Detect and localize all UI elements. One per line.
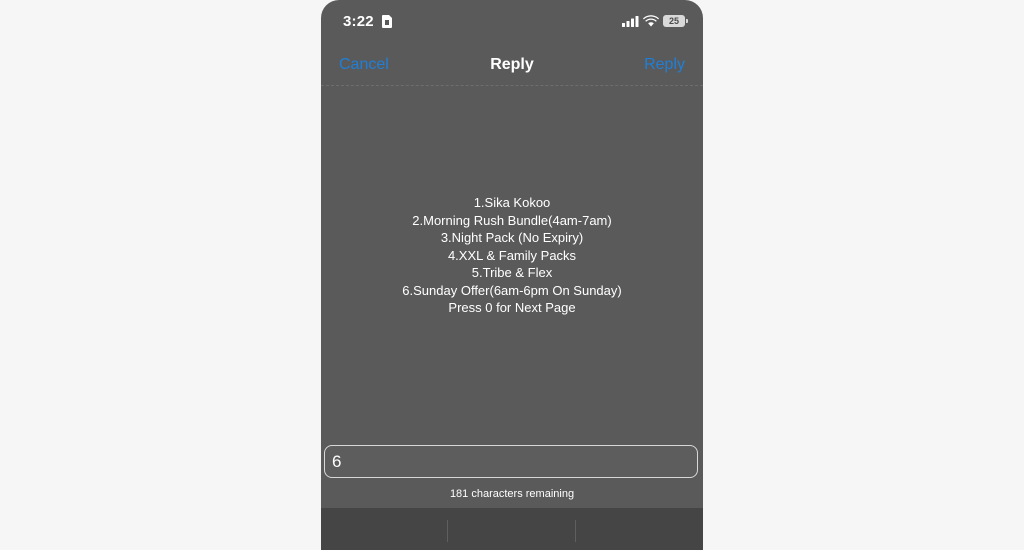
message-line: Press 0 for Next Page bbox=[448, 300, 576, 315]
wifi-icon bbox=[643, 15, 659, 27]
status-bar: 3:22 25 bbox=[321, 0, 703, 44]
reply-button[interactable]: Reply bbox=[644, 56, 685, 74]
suggestion-divider bbox=[447, 520, 448, 542]
message-line: 3.Night Pack (No Expiry) bbox=[440, 230, 584, 245]
phone-screen: 3:22 25 Cancel Reply Reply 1.Sika Kokoo … bbox=[321, 0, 703, 550]
sim-card-icon bbox=[382, 15, 392, 28]
ussd-message: 1.Sika Kokoo 2.Morning Rush Bundle(4am-7… bbox=[321, 194, 703, 317]
cellular-signal-icon bbox=[622, 16, 639, 27]
battery-icon: 25 bbox=[663, 15, 688, 27]
status-time: 3:22 bbox=[343, 13, 374, 30]
suggestion-divider bbox=[575, 520, 576, 542]
message-line: 1.Sika Kokoo bbox=[473, 195, 551, 210]
message-line: 4.XXL & Family Packs bbox=[447, 247, 577, 263]
message-line: 5.Tribe & Flex bbox=[471, 265, 553, 280]
reply-input[interactable] bbox=[324, 445, 698, 478]
navigation-bar: Cancel Reply Reply bbox=[321, 44, 703, 86]
characters-remaining: 181 characters remaining bbox=[449, 488, 575, 500]
message-line: 2.Morning Rush Bundle(4am-7am) bbox=[412, 212, 612, 228]
message-line: 6.Sunday Offer(6am-6pm On Sunday) bbox=[402, 282, 622, 298]
keyboard-suggestion-bar bbox=[321, 508, 703, 550]
